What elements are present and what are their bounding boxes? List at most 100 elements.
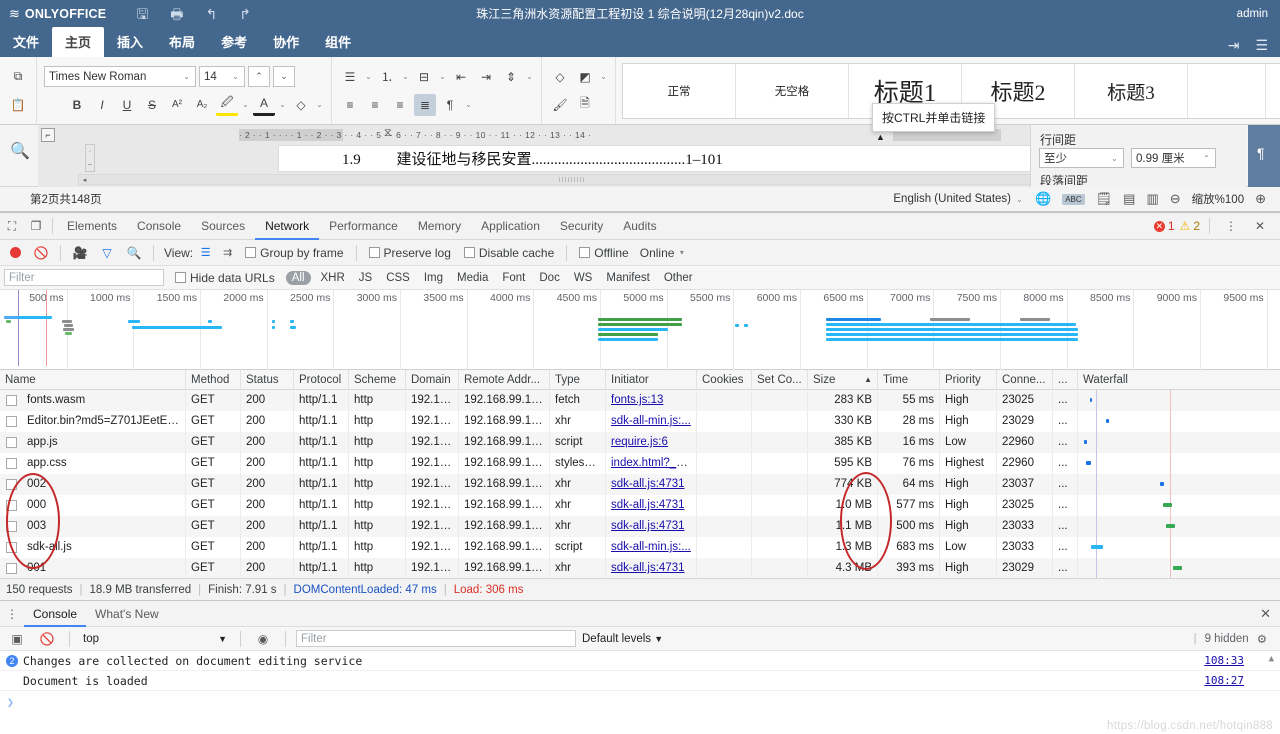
tab-elements[interactable]: Elements — [57, 213, 127, 240]
filter-type-img[interactable]: Img — [420, 271, 447, 285]
style-no-spacing[interactable]: 无空格 — [736, 64, 849, 118]
warning-badge[interactable]: ⚠ 2 — [1180, 219, 1200, 233]
scroll-left-arrow-icon[interactable]: ◂ — [79, 175, 90, 184]
table-row[interactable]: 001 GET 200 http/1.1 http 192.16... 192.168.99… — [0, 558, 1280, 578]
underline-button[interactable]: U — [116, 94, 138, 116]
view-list-icon[interactable]: ☰ — [196, 243, 215, 262]
tab-performance[interactable]: Performance — [319, 213, 408, 240]
table-row[interactable]: sdk-all.js GET 200 http/1.1 http 192.16... 192… — [0, 537, 1280, 558]
initiator-link[interactable]: index.html?_d... — [611, 457, 692, 469]
request-checkbox-icon[interactable] — [6, 437, 17, 448]
device-toolbar-icon[interactable]: ❐ — [24, 219, 48, 233]
filter-type-manifest[interactable]: Manifest — [602, 271, 653, 285]
error-badge[interactable]: ✕ 1 — [1153, 219, 1175, 233]
print-icon[interactable]: 🖶 — [170, 7, 183, 21]
group-by-frame-checkbox[interactable]: Group by frame — [245, 246, 344, 260]
throttling-select[interactable]: Online — [640, 246, 675, 260]
search-icon[interactable]: 🔍 — [10, 141, 30, 161]
column-time[interactable]: Time — [878, 369, 940, 390]
style-heading-3[interactable]: 标题3 — [1075, 64, 1188, 118]
highlight-color-icon[interactable]: 🖉 — [216, 94, 238, 116]
column-cookies[interactable]: Cookies — [697, 369, 752, 390]
show-formatting-marks-icon[interactable]: ¶ — [439, 94, 461, 116]
filter-type-js[interactable]: JS — [355, 271, 376, 285]
italic-button[interactable]: I — [91, 94, 113, 116]
align-justify-icon[interactable]: ≣ — [414, 93, 436, 116]
paragraph-settings-icon[interactable]: ¶ — [1257, 145, 1265, 161]
tab-home[interactable]: 主页 — [52, 27, 105, 57]
clear-icon[interactable]: 🚫 — [29, 246, 53, 260]
chevron-down-icon[interactable]: ⌄ — [438, 72, 447, 81]
spellcheck-icon[interactable]: ABC — [1062, 193, 1085, 205]
numbered-list-icon[interactable]: ⒈ — [376, 66, 398, 88]
filter-type-css[interactable]: CSS — [382, 271, 414, 285]
filter-type-all[interactable]: All — [285, 270, 311, 285]
request-checkbox-icon[interactable] — [6, 521, 17, 532]
tab-audits[interactable]: Audits — [613, 213, 666, 240]
column-type[interactable]: Type — [550, 369, 606, 390]
tab-console[interactable]: Console — [127, 213, 191, 240]
console-message[interactable]: Document is loaded 108:27 — [0, 671, 1280, 691]
disable-cache-checkbox[interactable]: Disable cache — [463, 246, 554, 260]
page-view-icon[interactable]: ▤ — [1123, 191, 1135, 207]
settings-gear-icon[interactable]: ⚙ — [1257, 632, 1267, 646]
offline-checkbox[interactable]: Offline — [579, 246, 629, 260]
column-set-cookies[interactable]: Set Co... — [752, 369, 808, 390]
align-left-icon[interactable]: ≡ — [339, 94, 361, 116]
initiator-link[interactable]: require.js:6 — [611, 436, 668, 448]
zoom-level-label[interactable]: 缩放%100 — [1192, 191, 1244, 207]
tab-stop-selector-icon[interactable]: ⌐ — [41, 128, 55, 142]
initiator-link[interactable]: sdk-all.js:4731 — [611, 562, 685, 574]
drawer-close-icon[interactable]: ✕ — [1260, 606, 1271, 622]
table-row[interactable]: fonts.wasm GET 200 http/1.1 http 192.16... 192… — [0, 390, 1280, 411]
column-waterfall[interactable]: Waterfall — [1078, 370, 1263, 390]
column-remote-address[interactable]: Remote Addr... — [459, 369, 550, 390]
user-label[interactable]: admin — [1237, 8, 1268, 20]
align-center-icon[interactable]: ≡ — [364, 94, 386, 116]
line-spacing-icon[interactable]: ⇕ — [500, 66, 522, 88]
column-scheme[interactable]: Scheme — [349, 369, 406, 390]
bold-button[interactable]: B — [66, 94, 88, 116]
hide-data-urls-checkbox[interactable]: Hide data URLs — [175, 271, 275, 285]
superscript-button[interactable]: A² — [166, 94, 188, 116]
view-waterfall-icon[interactable]: ⇉ — [218, 243, 237, 262]
style-empty-slot[interactable] — [1188, 64, 1266, 118]
initiator-link[interactable]: sdk-all-min.js:... — [611, 541, 691, 553]
chevron-down-icon[interactable]: ⌄ — [599, 72, 608, 81]
chevron-down-icon[interactable]: ⌄ — [364, 72, 373, 81]
copy-icon[interactable]: ⧉ — [7, 66, 29, 88]
request-checkbox-icon[interactable] — [6, 542, 17, 553]
record-button[interactable] — [10, 247, 21, 258]
request-checkbox-icon[interactable] — [6, 395, 17, 406]
track-changes-icon[interactable]: 🗒 — [1096, 191, 1113, 207]
request-checkbox-icon[interactable] — [6, 416, 17, 427]
eraser-icon[interactable]: ◇ — [549, 66, 571, 88]
execution-context-select[interactable]: top ▼ — [80, 630, 230, 647]
subscript-button[interactable]: A₂ — [191, 94, 213, 116]
close-icon[interactable]: ✕ — [1248, 219, 1272, 233]
language-selector[interactable]: English (United States) ⌄ — [893, 193, 1024, 205]
filter-input[interactable]: Filter — [4, 269, 164, 286]
table-row[interactable]: 000 GET 200 http/1.1 http 192.16... 192.168.99… — [0, 495, 1280, 516]
column-domain[interactable]: Domain — [406, 369, 459, 390]
network-request-list[interactable]: fonts.wasm GET 200 http/1.1 http 192.16... 192… — [0, 390, 1280, 578]
console-prompt[interactable]: ❯ — [0, 691, 1280, 713]
tab-memory[interactable]: Memory — [408, 213, 471, 240]
preserve-log-checkbox[interactable]: Preserve log — [368, 246, 451, 260]
filter-type-font[interactable]: Font — [498, 271, 529, 285]
filter-type-xhr[interactable]: XHR — [317, 271, 349, 285]
font-size-select[interactable]: 14 ⌄ — [199, 66, 245, 87]
column-connection[interactable]: Conne... — [997, 369, 1053, 390]
filter-type-ws[interactable]: WS — [570, 271, 597, 285]
chevron-down-icon[interactable]: ⌄ — [315, 100, 324, 109]
initiator-link[interactable]: sdk-all-min.js:... — [611, 415, 691, 427]
paste-icon[interactable]: 📋 — [7, 94, 29, 116]
bullet-list-icon[interactable]: ☰ — [339, 66, 361, 88]
column-protocol[interactable]: Protocol — [294, 369, 349, 390]
chevron-down-icon[interactable]: ⌄ — [278, 100, 287, 109]
globe-icon[interactable]: 🌐 — [1035, 191, 1051, 207]
tab-collaboration[interactable]: 协作 — [260, 27, 312, 57]
font-color-icon[interactable]: A — [253, 94, 275, 116]
log-levels-select[interactable]: Default levels ▼ — [582, 633, 663, 645]
web-view-icon[interactable]: ▥ — [1146, 191, 1158, 207]
